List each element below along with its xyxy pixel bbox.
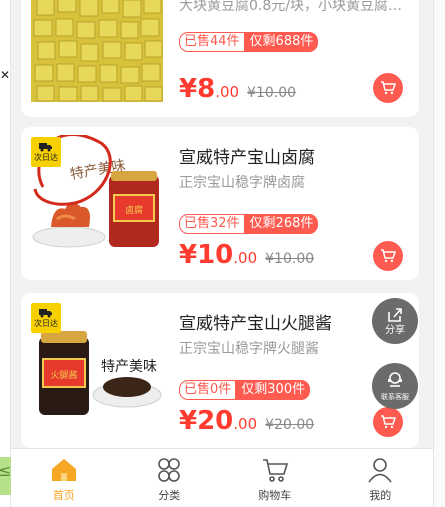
tab-label: 我的 — [369, 489, 392, 502]
tofu-image — [31, 0, 163, 102]
delivery-badge: 次日达 — [31, 137, 61, 167]
price-yuan: ¥20 — [179, 406, 234, 436]
truck-icon — [39, 143, 52, 152]
share-icon — [388, 307, 402, 322]
add-to-cart-button[interactable] — [373, 73, 403, 103]
cart-icon — [381, 415, 396, 429]
user-icon — [368, 458, 392, 483]
app-page: ✕ ≤ 大块黄豆腐0.8元/块，小块黄豆腐… 已售44件 仅剩688件 ¥8 .… — [0, 0, 445, 507]
sold-count: 已售32件 — [179, 214, 245, 234]
side-tab-glyph: ≤ — [0, 461, 12, 480]
original-price: ¥20.00 — [265, 417, 315, 433]
customer-service-button[interactable]: 联系客服 — [372, 363, 418, 409]
price-cents: .00 — [215, 83, 240, 101]
bottom-tab-bar: 首页 分类 购物车 我的 — [11, 448, 433, 507]
original-price: ¥10.00 — [247, 85, 297, 101]
category-icon — [158, 458, 181, 482]
original-price: ¥10.00 — [265, 251, 315, 267]
product-card[interactable]: 卤腐 特产美味 次日达 宣威特产宝山卤腐 正宗宝山稳字牌卤腐 已售32件 仅剩2… — [21, 127, 419, 280]
tab-cart[interactable]: 购物车 — [222, 449, 328, 507]
price-yuan: ¥10 — [179, 240, 234, 270]
delivery-label: 次日达 — [34, 153, 58, 162]
price-row: ¥10 .00 ¥10.00 — [179, 240, 314, 270]
product-subtitle: 大块黄豆腐0.8元/块，小块黄豆腐… — [179, 0, 402, 14]
tab-label: 首页 — [52, 489, 75, 502]
share-label: 分享 — [385, 324, 405, 336]
sold-count: 已售44件 — [179, 32, 245, 52]
price-cents: .00 — [233, 249, 258, 267]
product-subtitle: 正宗宝山稳字牌卤腐 — [179, 175, 305, 191]
tab-profile[interactable]: 我的 — [328, 449, 434, 507]
delivery-badge: 次日达 — [31, 303, 61, 333]
cart-icon — [381, 81, 396, 95]
product-image — [31, 0, 163, 102]
close-icon[interactable]: ✕ — [0, 68, 11, 82]
cart-icon — [262, 459, 288, 482]
tab-category[interactable]: 分类 — [117, 449, 223, 507]
delivery-label: 次日达 — [34, 319, 58, 328]
sold-count: 已售0件 — [179, 380, 237, 400]
stock-badges: 已售32件 仅剩268件 — [179, 214, 409, 234]
product-subtitle: 正宗宝山稳字牌火腿酱 — [179, 341, 319, 357]
remaining-count: 仅剩268件 — [244, 214, 319, 234]
stock-badges: 已售44件 仅剩688件 — [179, 32, 409, 52]
image-caption: 特产美味 — [101, 359, 157, 375]
remaining-count: 仅剩688件 — [244, 32, 319, 52]
headset-icon — [388, 371, 402, 387]
price-cents: .00 — [233, 415, 258, 433]
tab-label: 分类 — [158, 489, 181, 502]
price-yuan: ¥8 — [179, 74, 216, 104]
tab-label: 购物车 — [258, 489, 292, 502]
product-card[interactable]: 火腿酱 特产美味 次日达 宣威特产宝山火腿酱 正宗宝山稳字牌火腿酱 已售0件 仅… — [21, 293, 419, 448]
side-tab[interactable]: ≤ — [0, 457, 11, 495]
price-row: ¥20 .00 ¥20.00 — [179, 406, 314, 436]
scrollbar[interactable] — [433, 0, 445, 507]
remaining-count: 仅剩300件 — [236, 380, 311, 400]
service-label: 联系客服 — [381, 392, 409, 401]
share-button[interactable]: 分享 — [372, 298, 418, 344]
svg-text:火腿酱: 火腿酱 — [50, 369, 77, 381]
tab-home[interactable]: 首页 — [11, 449, 117, 507]
add-to-cart-button[interactable] — [373, 241, 403, 271]
home-icon — [51, 459, 76, 481]
cart-icon — [381, 249, 396, 263]
price-row: ¥8 .00 ¥10.00 — [179, 74, 296, 104]
add-to-cart-button[interactable] — [373, 407, 403, 437]
svg-text:卤腐: 卤腐 — [125, 204, 143, 216]
product-card[interactable]: 大块黄豆腐0.8元/块，小块黄豆腐… 已售44件 仅剩688件 ¥8 .00 ¥… — [21, 0, 419, 117]
product-title: 宣威特产宝山卤腐 — [179, 148, 315, 168]
truck-icon — [39, 309, 52, 318]
